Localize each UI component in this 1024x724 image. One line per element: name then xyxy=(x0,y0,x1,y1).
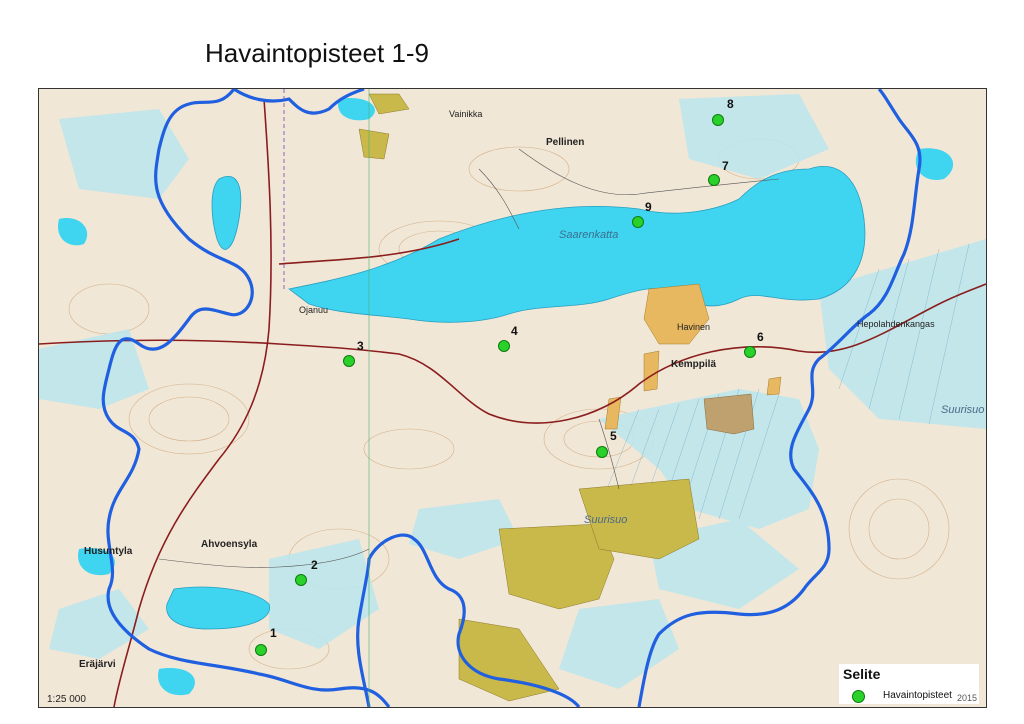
point-label-5: 5 xyxy=(610,429,617,443)
place-label-husuntyla: Husuntyla xyxy=(84,546,133,557)
observation-point-4[interactable] xyxy=(498,340,510,352)
map-frame[interactable]: Pellinen Saarenkatta Kemppilä Suurisuo S… xyxy=(38,88,987,708)
map-scale: 1:25 000 xyxy=(47,694,86,705)
place-label-saarenkatta: Saarenkatta xyxy=(559,229,619,241)
place-label-erajarvi: Eräjärvi xyxy=(79,659,116,670)
observation-point-9[interactable] xyxy=(632,216,644,228)
point-label-8: 8 xyxy=(727,97,734,111)
point-label-9: 9 xyxy=(645,200,652,214)
point-label-3: 3 xyxy=(357,339,364,353)
observation-point-1[interactable] xyxy=(255,644,267,656)
map-title: Havaintopisteet 1-9 xyxy=(205,38,430,68)
place-label-kemppila: Kemppilä xyxy=(671,359,717,370)
point-label-7: 7 xyxy=(722,159,729,173)
observation-point-2[interactable] xyxy=(295,574,307,586)
legend-title: Selite xyxy=(843,666,881,682)
observation-point-6[interactable] xyxy=(744,346,756,358)
place-label-havinen: Havinen xyxy=(677,322,711,332)
observation-point-5[interactable] xyxy=(596,446,608,458)
observation-point-7[interactable] xyxy=(708,174,720,186)
place-label-hepolahdenkangas: Hepolahdenkangas xyxy=(857,319,935,329)
legend-item-label: Havaintopisteet xyxy=(883,690,952,701)
point-label-1: 1 xyxy=(270,626,277,640)
point-label-4: 4 xyxy=(511,324,518,338)
place-label-suurisuo-center: Suurisuo xyxy=(584,514,628,526)
observation-point-3[interactable] xyxy=(343,355,355,367)
place-label-vainikka: Vainikka xyxy=(449,109,483,119)
field-brown xyxy=(703,393,755,435)
point-label-2: 2 xyxy=(311,558,318,572)
observation-point-8[interactable] xyxy=(712,114,724,126)
map-copyright: 2015 xyxy=(957,693,978,703)
map-canvas[interactable] xyxy=(39,89,986,707)
place-label-ahvoensyla: Ahvoensyla xyxy=(201,539,258,550)
observation-point-icon xyxy=(852,690,865,703)
place-label-ojanuu: Ojanuu xyxy=(299,305,329,315)
place-label-pellinen: Pellinen xyxy=(546,137,585,148)
place-label-suurisuo-east: Suurisuo xyxy=(941,404,985,416)
point-label-6: 6 xyxy=(757,330,764,344)
